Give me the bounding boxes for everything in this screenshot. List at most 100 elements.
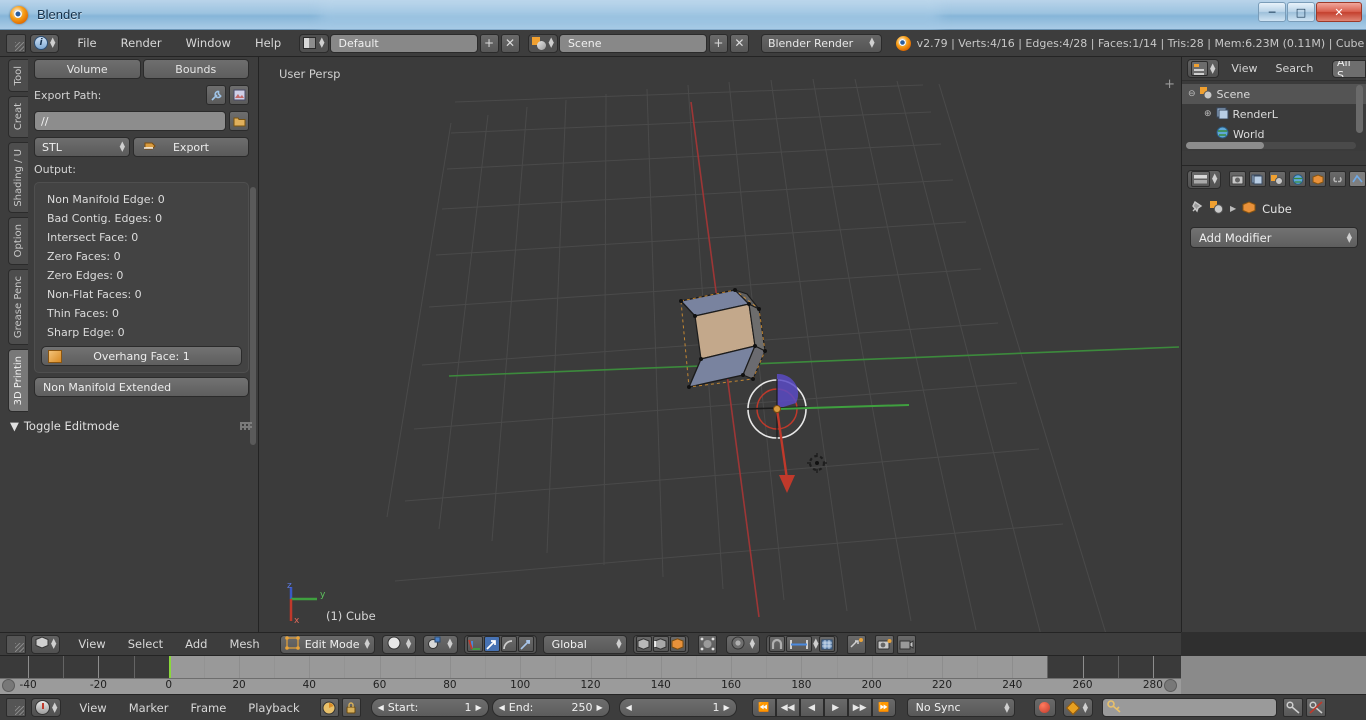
toolshelf-scrollbar[interactable]	[250, 187, 256, 445]
bounds-button[interactable]: Bounds	[142, 59, 249, 79]
play-button[interactable]: ▶	[823, 698, 848, 717]
opengl-render-animation-icon[interactable]	[897, 634, 917, 654]
scale-manipulator-icon[interactable]	[517, 636, 534, 652]
render-tab-icon[interactable]	[1229, 171, 1247, 187]
chevron-right-icon[interactable]: ▶	[596, 703, 602, 712]
timeline-playhead[interactable]	[168, 656, 171, 678]
render-layers-tab-icon[interactable]	[1249, 171, 1267, 187]
outliner-row-renderlayer[interactable]: ⊕ RenderL	[1182, 104, 1366, 124]
expand-icon[interactable]: ⊕	[1204, 109, 1212, 119]
sync-mode-selector[interactable]: No Sync ▲ ▼	[906, 698, 1015, 717]
limit-selection-visible-icon[interactable]	[697, 634, 717, 654]
scene-name-field[interactable]: Scene	[558, 33, 707, 53]
outliner-row-world[interactable]: World	[1182, 124, 1366, 144]
translate-manipulator-icon[interactable]	[483, 636, 500, 652]
proportional-edit-selector[interactable]: ▲ ▼	[725, 634, 761, 654]
chevron-left-icon[interactable]: ◀	[626, 703, 632, 712]
modifiers-tab-icon[interactable]	[1349, 171, 1366, 187]
viewport-shading-selector[interactable]: ▲ ▼	[381, 634, 417, 654]
viewport-menu-add[interactable]: Add	[174, 635, 218, 653]
timeline-menu-frame[interactable]: Frame	[179, 699, 237, 717]
editor-type-outliner-button[interactable]: ▲ ▼	[1187, 59, 1220, 78]
outliner-menu-view[interactable]: View	[1223, 62, 1265, 75]
snap-target-grid-icon[interactable]	[819, 636, 836, 652]
area-corner-widget[interactable]	[6, 698, 26, 717]
folder-icon[interactable]	[229, 111, 249, 131]
outliner-horizontal-scrollbar[interactable]	[1186, 142, 1356, 149]
scene-browse-button[interactable]: ▲ ▼	[527, 33, 558, 53]
export-path-input[interactable]: //	[34, 111, 226, 131]
delete-screen-button[interactable]: ✕	[500, 33, 520, 53]
collapse-icon[interactable]: ⊖	[1188, 89, 1196, 99]
vertex-select-mode-icon[interactable]	[635, 636, 652, 652]
3d-viewport[interactable]: User Persp (1) Cube + z y x	[259, 57, 1181, 632]
outliner-display-mode[interactable]: All S	[1332, 60, 1366, 78]
auto-keyframe-icon[interactable]	[319, 698, 339, 717]
menu-render[interactable]: Render	[109, 34, 174, 52]
minimize-button[interactable]: ─	[1258, 2, 1286, 22]
overhang-face-button[interactable]: Overhang Face: 1	[41, 346, 242, 366]
lock-icon[interactable]	[341, 698, 361, 717]
outliner-row-scene[interactable]: ⊖ Scene	[1182, 84, 1366, 104]
delete-keyframe-icon[interactable]	[1306, 698, 1326, 717]
timeline-menu-marker[interactable]: Marker	[118, 699, 180, 717]
sidebar-item-shading-uvs[interactable]: Shading / U	[8, 141, 28, 214]
pin-icon[interactable]	[1190, 200, 1204, 217]
rotate-manipulator-icon[interactable]	[500, 636, 517, 652]
frame-end-field[interactable]: ◀ End: 250 ▶	[491, 698, 610, 717]
non-manifold-extended-button[interactable]: Non Manifold Extended	[34, 377, 249, 397]
manipulator-toggle-icon[interactable]	[466, 636, 483, 652]
record-button[interactable]	[1033, 698, 1056, 717]
chevron-left-icon[interactable]: ◀	[499, 703, 505, 712]
menu-file[interactable]: File	[65, 34, 108, 52]
toggle-editmode-header[interactable]: ▼ Toggle Editmode	[10, 419, 250, 433]
screen-layout-name[interactable]: Default	[329, 33, 478, 53]
timeline-ruler[interactable]: -40 -20 0 20 40 60 80 100 120 140 160 180 200 220 240 2…	[0, 678, 1181, 694]
chevron-right-icon[interactable]: ▶	[475, 703, 481, 712]
timeline-menu-playback[interactable]: Playback	[237, 699, 310, 717]
timeline-scroll-right-cap[interactable]	[1164, 679, 1177, 692]
editor-type-timeline-button[interactable]: ▲ ▼	[31, 698, 62, 717]
export-button[interactable]: Export	[133, 137, 249, 157]
sidebar-item-create[interactable]: Creat	[8, 96, 28, 138]
add-screen-button[interactable]: +	[479, 33, 499, 53]
play-reverse-button[interactable]: ◀	[799, 698, 824, 717]
object-tab-icon[interactable]	[1309, 171, 1327, 187]
menu-help[interactable]: Help	[243, 34, 293, 52]
close-button[interactable]: ✕	[1316, 2, 1362, 22]
insert-keyframe-icon[interactable]	[1283, 698, 1303, 717]
pivot-point-selector[interactable]: ▲ ▼	[423, 634, 458, 654]
frame-start-field[interactable]: ◀ Start: 1 ▶	[370, 698, 489, 717]
next-keyframe-button[interactable]: ▶▶	[847, 698, 872, 717]
keying-set-selector[interactable]: ▲ ▼	[1062, 698, 1093, 717]
auto-merge-icon[interactable]	[847, 634, 867, 654]
area-corner-widget[interactable]	[6, 634, 26, 654]
editor-type-info-button[interactable]: i ▲ ▼	[30, 33, 60, 53]
jump-to-start-button[interactable]: ⏪	[751, 698, 776, 717]
timeline-scroll-left-cap[interactable]	[2, 679, 15, 692]
scene-tab-icon[interactable]	[1269, 171, 1287, 187]
editor-type-3dview-button[interactable]: ▲ ▼	[31, 634, 61, 654]
panel-resize-grip[interactable]	[240, 422, 252, 430]
viewport-menu-mesh[interactable]: Mesh	[218, 635, 270, 653]
edge-select-mode-icon[interactable]	[652, 636, 669, 652]
area-corner-widget[interactable]	[6, 33, 26, 53]
editor-type-properties-button[interactable]: ▲ ▼	[1187, 169, 1222, 189]
outliner-menu-search[interactable]: Search	[1270, 62, 1320, 75]
snap-element-icon[interactable]	[786, 636, 813, 652]
viewport-menu-view[interactable]: View	[67, 635, 116, 653]
sidebar-item-3d-printing[interactable]: 3D Printin	[8, 348, 28, 413]
constraints-tab-icon[interactable]	[1329, 171, 1347, 187]
timeline-editor[interactable]: -40 -20 0 20 40 60 80 100 120 140 160 180 200 220 240 2…	[0, 656, 1181, 694]
viewport-menu-select[interactable]: Select	[117, 635, 174, 653]
outliner-vertical-scrollbar[interactable]	[1356, 85, 1363, 133]
opengl-render-image-icon[interactable]	[875, 634, 895, 654]
sidebar-item-options[interactable]: Option	[8, 217, 28, 265]
chevron-left-icon[interactable]: ◀	[378, 703, 384, 712]
magnet-snap-icon[interactable]	[769, 636, 786, 652]
current-frame-field[interactable]: ◀ 1 ▶	[618, 698, 737, 717]
active-keying-set-field[interactable]	[1102, 698, 1277, 717]
render-engine-selector[interactable]: Blender Render ▲ ▼	[760, 33, 882, 53]
add-scene-button[interactable]: +	[708, 33, 728, 53]
delete-scene-button[interactable]: ✕	[729, 33, 749, 53]
